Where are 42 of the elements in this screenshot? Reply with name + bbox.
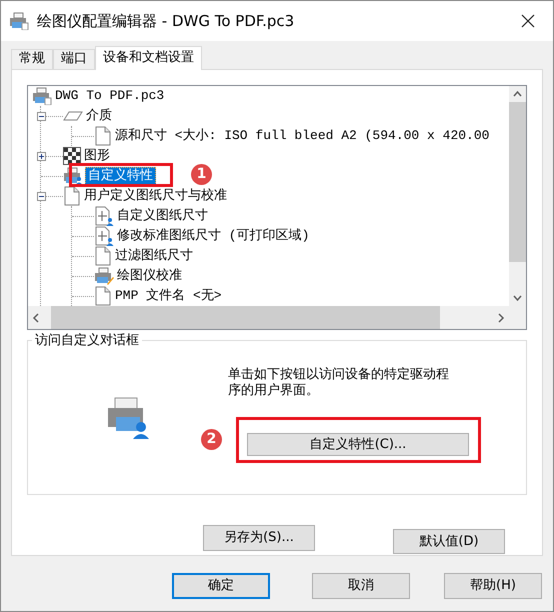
close-icon[interactable] [521,14,535,28]
collapse-icon[interactable] [37,192,46,200]
collapse-icon[interactable] [37,112,46,120]
document-icon [94,126,112,146]
tree-item[interactable]: 过滤图纸尺寸 [114,247,194,265]
printer-user-icon [107,396,149,438]
printer-user-icon [63,167,83,185]
tree-item[interactable]: 用户定义图纸尺寸与校准 [83,187,228,205]
save-as-button[interactable]: 另存为(S)... [203,525,315,551]
tab[interactable]: 常规 [11,49,53,69]
document-icon [94,246,112,266]
scrollbar-thumb[interactable] [509,102,526,262]
dialog-button[interactable]: 帮助(H) [444,573,542,599]
custom-properties-button[interactable]: 自定义特性(C)... [247,433,469,456]
printer-icon [9,12,29,30]
document-icon [63,186,81,206]
scrollbar-thumb[interactable] [51,306,440,329]
tree-item[interactable]: DWG To PDF.pc3 [54,87,166,105]
window-title: 绘图仪配置编辑器 - DWG To PDF.pc3 [37,10,294,32]
vertical-scrollbar[interactable] [509,86,526,306]
group-description: 单击如下按钮以访问设备的特定驱动程序的用户界面。 [228,367,450,399]
document-icon [94,286,112,306]
tree-item[interactable]: PMP 文件名 <无> [114,287,223,305]
tree-item[interactable]: 修改标准图纸尺寸 (可打印区域) [116,227,310,245]
default-button[interactable]: 默认值(D) [393,529,505,554]
checkerboard-icon [63,147,81,165]
tree-item[interactable]: 图形 [83,147,111,165]
tree-item[interactable]: 源和尺寸 <大小: ISO full bleed A2 (594.00 x 420.00 [114,127,490,145]
document-arrows-icon [94,226,114,246]
parallelogram-icon [63,109,83,123]
dialog-button[interactable]: 取消 [312,573,410,599]
tab[interactable]: 端口 [53,49,95,69]
tree-item[interactable]: 自定义特性 [85,167,156,185]
document-arrows-icon [94,206,114,226]
expand-icon[interactable] [37,152,46,160]
tree-item[interactable]: 介质 [85,107,113,125]
printer-pencil-icon [94,267,114,285]
horizontal-scrollbar[interactable] [28,306,526,329]
tree-item[interactable]: 绘图仪校准 [116,267,183,285]
tree-item[interactable]: 自定义图纸尺寸 [116,207,209,225]
dialog-button[interactable]: 确定 [172,573,270,599]
tab[interactable]: 设备和文档设置 [95,46,202,70]
